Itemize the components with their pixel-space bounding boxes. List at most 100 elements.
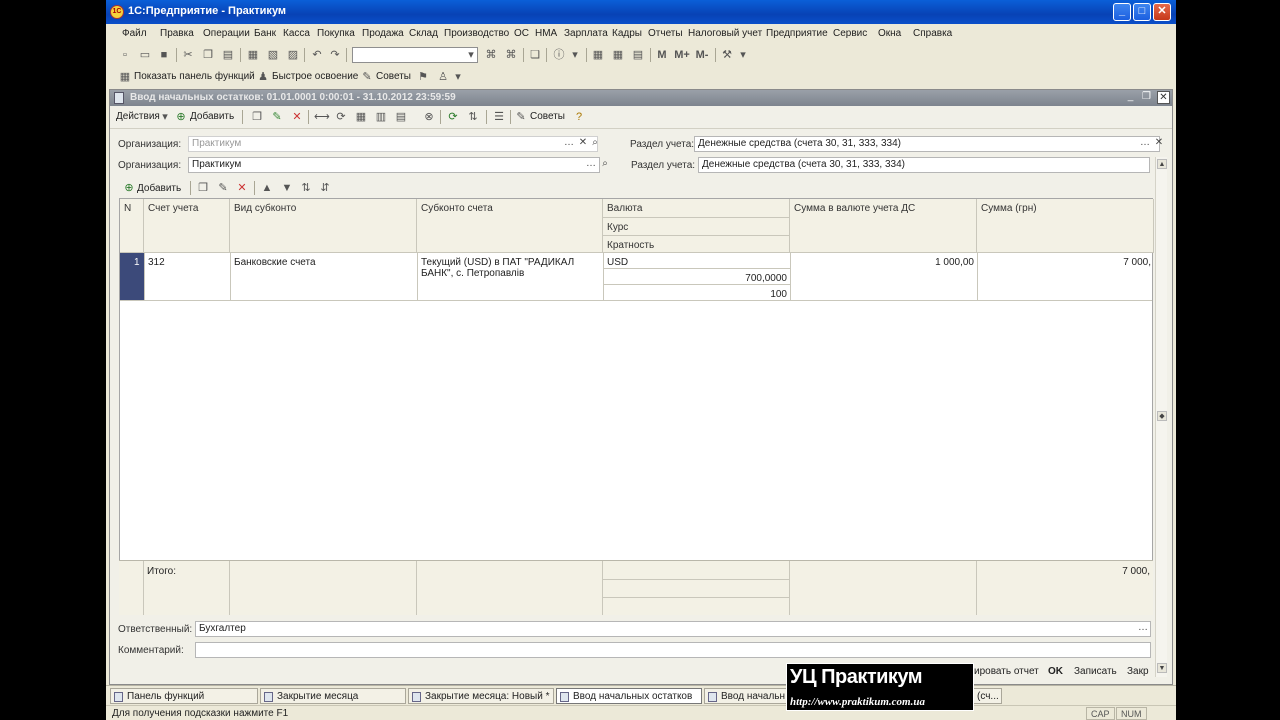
menu-salary[interactable]: Зарплата — [564, 28, 608, 39]
move-down-icon[interactable]: ▼ — [280, 181, 294, 195]
vertical-scrollbar[interactable]: ▲ ◆ ▼ — [1155, 157, 1167, 677]
ellipsis-icon[interactable]: … — [562, 136, 576, 152]
section-field[interactable]: Денежные средства (счета 30, 31, 333, 33… — [698, 157, 1150, 173]
menu-help[interactable]: Справка — [913, 28, 952, 39]
menu-service[interactable]: Сервис — [833, 28, 867, 39]
col-header-account[interactable]: Счет учета — [144, 199, 230, 253]
col-header-currency-group[interactable]: Валюта Курс Кратность — [603, 199, 790, 253]
col-header-subconto[interactable]: Субконто счета — [417, 199, 603, 253]
save-button[interactable]: Записать — [1074, 666, 1117, 677]
menu-sale[interactable]: Продажа — [362, 28, 404, 39]
child-minimize-button[interactable]: _ — [1124, 91, 1137, 104]
table-row[interactable]: 1 312 Банковские счета Текущий (USD) в П… — [120, 253, 1152, 301]
task-month-closing-new[interactable]: Закрытие месяца: Новый * — [408, 688, 554, 704]
col-header-n[interactable]: N — [120, 199, 144, 253]
list-settings-icon[interactable]: ☰ — [492, 110, 506, 124]
info-icon[interactable]: ⓘ — [552, 48, 566, 62]
menu-operations[interactable]: Операции — [203, 28, 250, 39]
edit-icon[interactable]: ✎ — [216, 181, 230, 195]
task-functions-panel[interactable]: Панель функций — [110, 688, 258, 704]
find-next-icon[interactable]: ⌘ — [504, 48, 518, 62]
chevron-down-icon[interactable]: ▾ — [736, 48, 750, 62]
account-cell[interactable]: 312 — [148, 257, 165, 268]
print-preview-icon[interactable]: ▧ — [266, 48, 280, 62]
calculator-icon[interactable]: ▦ — [591, 48, 605, 62]
chevron-down-icon[interactable]: ▾ — [464, 48, 478, 62]
organization-field[interactable]: Практикум — [188, 157, 600, 173]
section-filter-field[interactable]: Денежные средства (счета 30, 31, 333, 33… — [694, 136, 1160, 152]
redo-icon[interactable]: ↷ — [328, 48, 342, 62]
chevron-down-icon[interactable]: ▾ — [451, 70, 465, 84]
currency-cell[interactable]: USD — [607, 257, 628, 268]
close-doc-button[interactable]: Закр — [1127, 666, 1149, 677]
menu-hr[interactable]: Кадры — [612, 28, 642, 39]
memory-add-icon[interactable]: M+ — [673, 48, 691, 62]
menu-edit[interactable]: Правка — [160, 28, 194, 39]
copy-icon[interactable]: ❐ — [201, 48, 215, 62]
chevron-down-icon[interactable]: ▾ — [158, 110, 172, 124]
subconto-cell-line2[interactable]: БАНК", с. Петропавлів — [421, 268, 524, 279]
undo-icon[interactable]: ↶ — [310, 48, 324, 62]
menu-intangibles[interactable]: НМА — [535, 28, 557, 39]
journal-icon[interactable]: ▤ — [631, 48, 645, 62]
scroll-up-icon[interactable]: ▲ — [1157, 159, 1167, 169]
find-icon[interactable]: ⌘ — [484, 48, 498, 62]
ok-button[interactable]: OK — [1048, 666, 1063, 677]
edit-icon[interactable]: ✎ — [270, 110, 284, 124]
menu-file[interactable]: Файл — [122, 28, 147, 39]
sum-uah-cell[interactable]: 7 000, — [977, 257, 1151, 268]
menu-reports[interactable]: Отчеты — [648, 28, 683, 39]
print-setup-icon[interactable]: ▨ — [286, 48, 300, 62]
maximize-button[interactable]: □ — [1133, 3, 1151, 21]
delete-icon[interactable]: ✕ — [290, 110, 304, 124]
refresh-search-icon[interactable]: ⟳ — [334, 110, 348, 124]
copy-row-icon[interactable]: ❐ — [250, 110, 264, 124]
menu-warehouse[interactable]: Склад — [409, 28, 438, 39]
comment-field[interactable] — [195, 642, 1151, 658]
row-selector[interactable]: 1 — [120, 253, 144, 300]
ellipsis-icon[interactable]: … — [1138, 136, 1152, 152]
clear-filter-icon[interactable]: ⊗ — [422, 110, 436, 124]
close-button[interactable]: ✕ — [1153, 3, 1171, 21]
col-header-sum-currency[interactable]: Сумма в валюте учета ДС — [790, 199, 977, 253]
interval-icon[interactable]: ⟷ — [314, 110, 330, 124]
memory-m-icon[interactable]: M — [655, 48, 669, 62]
menu-production[interactable]: Производство — [444, 28, 509, 39]
actions-menu-button[interactable]: Действия — [116, 111, 160, 122]
rate-cell[interactable]: 700,0000 — [603, 273, 787, 284]
filter-icon[interactable]: ▦ — [354, 110, 368, 124]
sum-currency-cell[interactable]: 1 000,00 — [790, 257, 974, 268]
col-header-subconto-kind[interactable]: Вид субконто — [230, 199, 417, 253]
menu-tax[interactable]: Налоговый учет — [688, 28, 762, 39]
clear-icon[interactable]: ✕ — [1152, 136, 1166, 152]
subconto-cell-line1[interactable]: Текущий (USD) в ПАТ "РАДИКАЛ — [421, 257, 574, 268]
table-add-button[interactable]: Добавить — [137, 183, 181, 194]
scroll-down-icon[interactable]: ▼ — [1157, 663, 1167, 673]
cut-icon[interactable]: ✂ — [181, 48, 195, 62]
menu-fixed-assets[interactable]: ОС — [514, 28, 529, 39]
sort-asc-icon[interactable]: ⇅ — [299, 181, 313, 195]
delete-icon[interactable]: ✕ — [235, 181, 249, 195]
help-icon[interactable]: ? — [572, 110, 586, 124]
flag-icon[interactable]: ⚑ — [416, 70, 430, 84]
move-up-icon[interactable]: ▲ — [260, 181, 274, 195]
tips-button[interactable]: Советы — [376, 71, 411, 82]
quick-learn-button[interactable]: Быстрое освоение — [272, 71, 358, 82]
minimize-button[interactable]: _ — [1113, 3, 1131, 21]
menu-enterprise[interactable]: Предприятие — [766, 28, 828, 39]
show-panel-button[interactable]: Показать панель функций — [134, 71, 255, 82]
sort-desc-icon[interactable]: ⇵ — [318, 181, 332, 195]
new-document-icon[interactable]: ▫ — [118, 48, 132, 62]
add-button[interactable]: Добавить — [190, 111, 234, 122]
search-combo[interactable] — [352, 47, 478, 63]
copy-row-icon[interactable]: ❐ — [196, 181, 210, 195]
sort-icon[interactable]: ⇅ — [466, 110, 480, 124]
doc-tips-button[interactable]: Советы — [530, 111, 565, 122]
menu-cash[interactable]: Касса — [283, 28, 310, 39]
menu-bank[interactable]: Банк — [254, 28, 276, 39]
chevron-down-icon[interactable]: ▾ — [568, 48, 582, 62]
subconto-kind-cell[interactable]: Банковские счета — [234, 257, 316, 268]
menu-windows[interactable]: Окна — [878, 28, 901, 39]
refresh-icon[interactable]: ⟳ — [446, 110, 460, 124]
menu-purchase[interactable]: Покупка — [317, 28, 355, 39]
